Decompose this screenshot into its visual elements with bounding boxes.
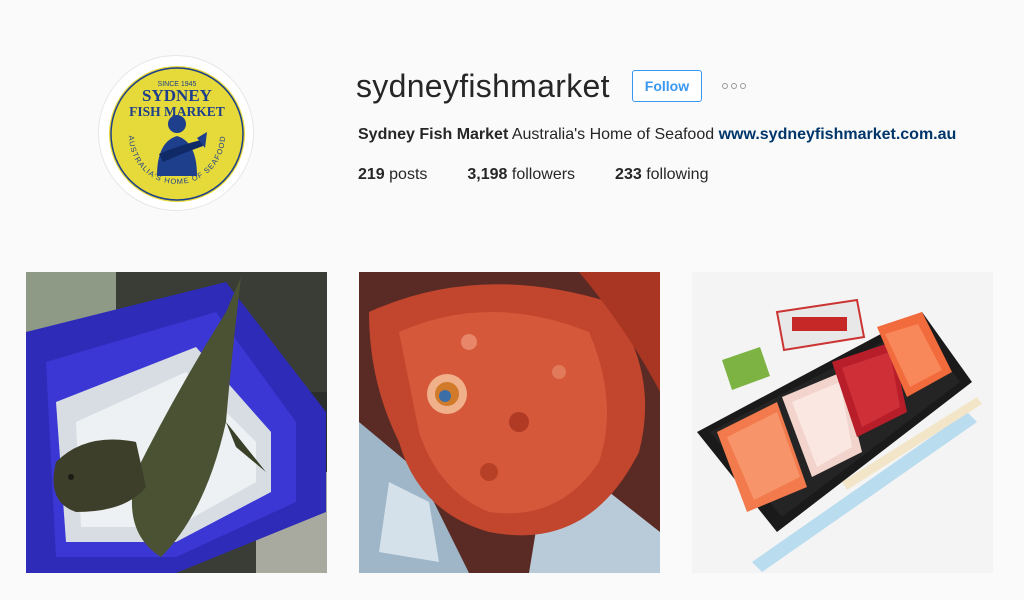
profile-username: sydneyfishmarket	[356, 68, 610, 104]
following-label: following	[646, 166, 709, 183]
sashimi-photo	[692, 272, 993, 573]
username-row: sydneyfishmarket Follow	[356, 66, 750, 106]
scorpionfish-photo	[359, 272, 660, 573]
posts-count: 219	[358, 166, 385, 183]
ellipsis-dot-icon	[740, 83, 747, 89]
post-thumbnail-flathead[interactable]	[26, 272, 327, 573]
post-thumbnail-sashimi[interactable]	[692, 272, 993, 573]
flathead-photo	[26, 272, 327, 573]
followers-stat[interactable]: 3,198 followers	[467, 164, 575, 186]
posts-label: posts	[389, 166, 428, 183]
profile-stats: 219 posts 3,198 followers 233 following	[358, 164, 748, 186]
posts-stat: 219 posts	[358, 164, 427, 186]
profile-bio: Sydney Fish Market Australia's Home of S…	[358, 124, 956, 146]
logo-title-line-1: SYDNEY	[142, 86, 212, 105]
posts-grid	[26, 272, 994, 573]
profile-avatar[interactable]: SINCE 1945 SYDNEY FISH MARKET AUSTRALIA'…	[98, 55, 254, 211]
bio-full-name: Sydney Fish Market	[358, 126, 509, 143]
logo-title-line-2: FISH MARKET	[129, 104, 225, 119]
follow-button[interactable]: Follow	[631, 70, 703, 102]
following-count: 233	[615, 166, 642, 183]
more-options-button[interactable]	[718, 70, 750, 102]
followers-label: followers	[511, 166, 576, 183]
profile-header: SINCE 1945 SYDNEY FISH MARKET AUSTRALIA'…	[0, 0, 1024, 250]
post-thumbnail-scorpionfish[interactable]	[359, 272, 660, 573]
sydney-fish-market-logo: SINCE 1945 SYDNEY FISH MARKET AUSTRALIA'…	[101, 58, 253, 210]
ellipsis-dot-icon	[731, 83, 738, 89]
followers-count: 3,198	[467, 166, 508, 183]
bio-website-link[interactable]: www.sydneyfishmarket.com.au	[719, 126, 957, 143]
ellipsis-dot-icon	[722, 83, 729, 89]
following-stat[interactable]: 233 following	[615, 164, 708, 186]
bio-text: Australia's Home of Seafood	[511, 126, 715, 143]
